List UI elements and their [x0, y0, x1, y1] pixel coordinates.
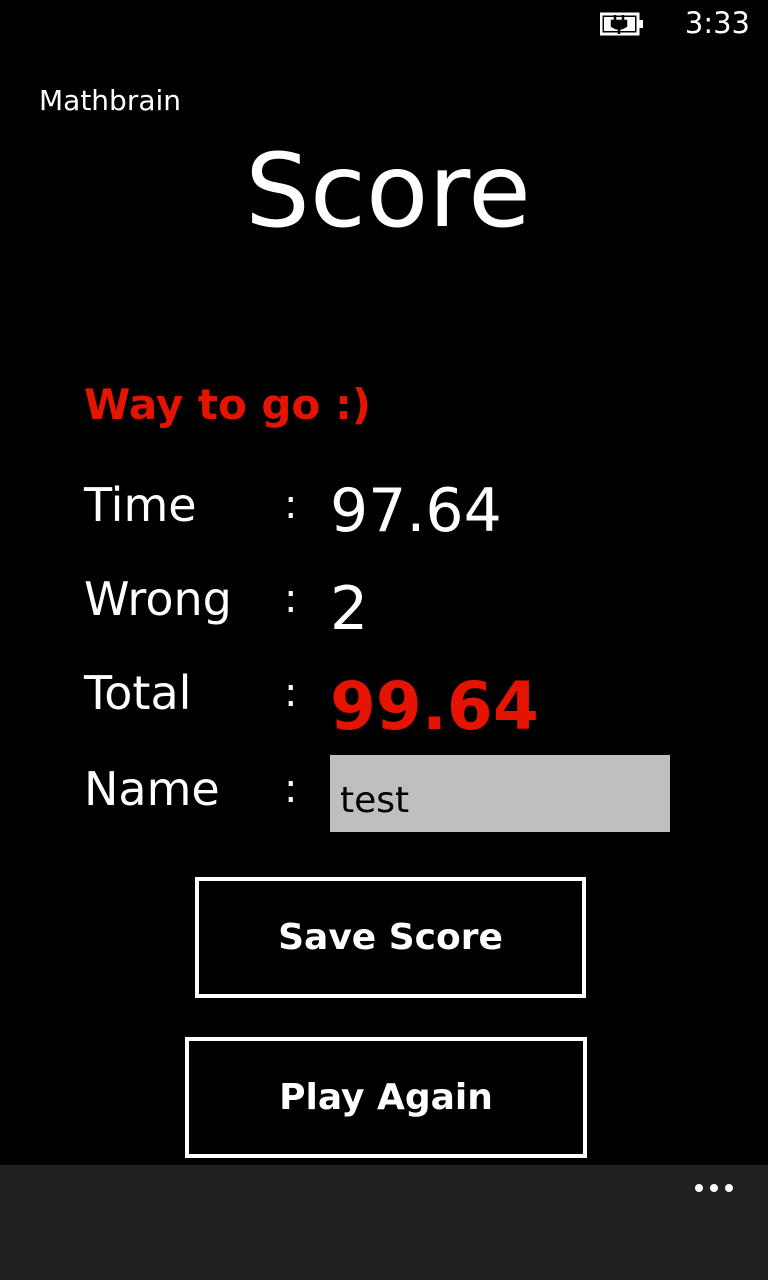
page-title: Score [245, 132, 531, 251]
app-bar [0, 1165, 768, 1280]
total-label: Total [84, 666, 192, 720]
name-label: Name [84, 762, 220, 816]
dot [710, 1184, 718, 1192]
more-ellipsis-icon[interactable] [684, 1173, 744, 1203]
status-bar: 3:33 [0, 0, 768, 50]
time-label: Time [84, 478, 197, 532]
name-separator: : [284, 766, 298, 812]
result-message: Way to go :) [84, 380, 371, 429]
time-separator: : [284, 482, 298, 528]
clock: 3:33 [684, 6, 750, 40]
wrong-label: Wrong [84, 572, 232, 626]
total-separator: : [284, 670, 298, 716]
dot [725, 1184, 733, 1192]
name-input[interactable] [330, 755, 670, 832]
save-score-button[interactable]: Save Score [195, 877, 586, 998]
play-again-button[interactable]: Play Again [185, 1037, 587, 1158]
battery-charging-icon [600, 12, 643, 36]
wrong-separator: : [284, 576, 298, 622]
app-title: Mathbrain [39, 84, 182, 117]
total-value: 99.64 [330, 668, 539, 745]
wrong-value: 2 [330, 574, 369, 644]
dot [695, 1184, 703, 1192]
time-value: 97.64 [330, 476, 502, 546]
